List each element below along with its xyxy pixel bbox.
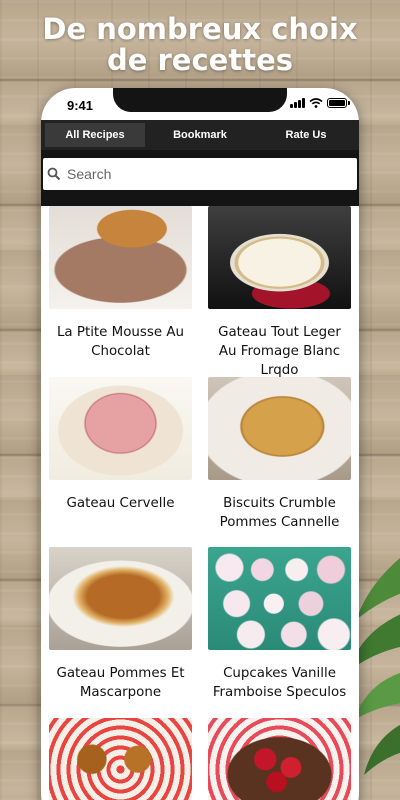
recipe-image	[49, 547, 192, 650]
headline-line-1: De nombreux choix	[42, 12, 358, 46]
status-icons	[290, 98, 350, 108]
recipe-title: Gateau Cervelle	[66, 496, 175, 511]
battery-icon	[327, 98, 350, 108]
recipe-image	[208, 547, 351, 650]
recipe-card[interactable]	[49, 718, 192, 800]
recipe-card[interactable]: Gateau Pommes Et Mascarpone	[49, 547, 192, 702]
recipe-image	[208, 206, 351, 309]
recipe-image	[49, 377, 192, 480]
recipe-title: La Ptite Mousse Au Chocolat	[56, 325, 185, 359]
recipe-card[interactable]: Gateau Tout Leger Au Fromage Blanc Lrqdo	[208, 206, 351, 380]
recipe-image	[208, 377, 351, 480]
recipe-card[interactable]: Cupcakes Vanille Framboise Speculos	[208, 547, 351, 702]
recipe-title: Gateau Pommes Et Mascarpone	[56, 666, 185, 700]
promo-headline: De nombreux choix de recettes	[0, 14, 400, 76]
recipe-image	[208, 718, 351, 800]
recipe-card[interactable]: Gateau Cervelle	[49, 377, 192, 513]
recipe-title: Cupcakes Vanille Framboise Speculos	[212, 666, 347, 700]
search-bar	[43, 158, 357, 190]
phone-frame: 9:41 All Recipes Bookmark Rate Us La Pt	[41, 88, 359, 800]
recipe-image	[49, 718, 192, 800]
tab-all-recipes[interactable]: All Recipes	[45, 123, 145, 147]
signal-icon	[290, 98, 305, 108]
recipe-title: Gateau Tout Leger Au Fromage Blanc Lrqdo	[218, 325, 341, 378]
search-icon	[47, 167, 61, 181]
headline-line-2: de recettes	[106, 43, 293, 77]
status-bar: 9:41	[41, 88, 359, 120]
tab-rate-us[interactable]: Rate Us	[253, 120, 359, 150]
recipe-card[interactable]: Biscuits Crumble Pommes Cannelle	[208, 377, 351, 532]
tab-bookmark[interactable]: Bookmark	[147, 120, 253, 150]
search-input[interactable]	[67, 166, 337, 182]
recipe-title: Biscuits Crumble Pommes Cannelle	[219, 496, 340, 530]
recipe-image	[49, 206, 192, 309]
tab-bar: All Recipes Bookmark Rate Us	[41, 120, 359, 150]
recipe-card[interactable]: La Ptite Mousse Au Chocolat	[49, 206, 192, 361]
recipe-list[interactable]: La Ptite Mousse Au Chocolat Gateau Tout …	[41, 206, 359, 800]
wifi-icon	[309, 98, 323, 108]
phone-notch	[113, 88, 287, 112]
recipe-card[interactable]	[208, 718, 351, 800]
status-time: 9:41	[67, 98, 94, 113]
